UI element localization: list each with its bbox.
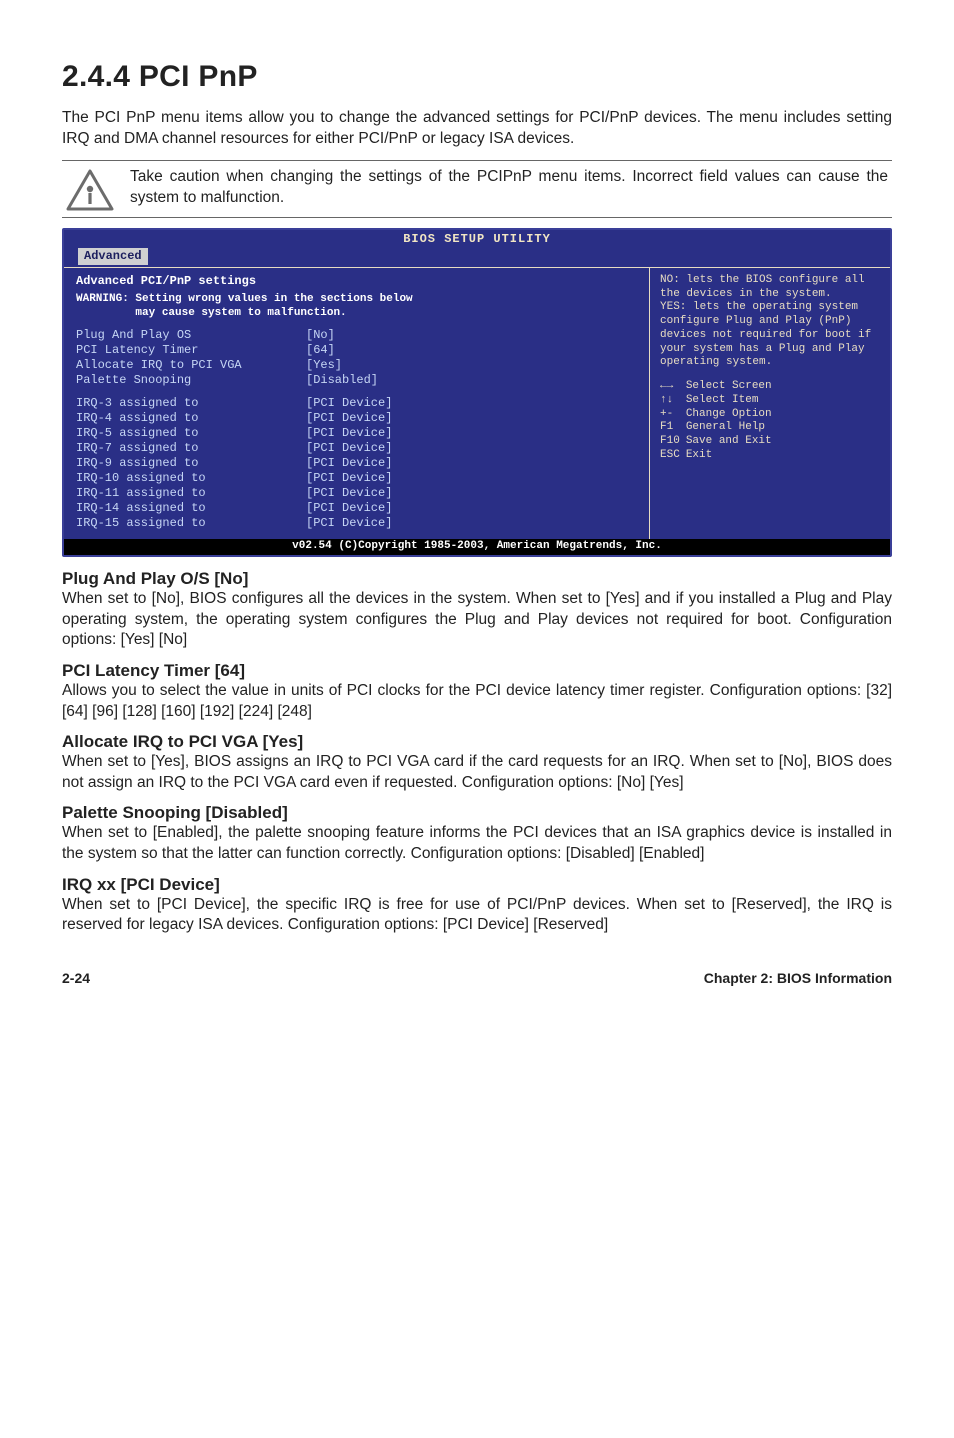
bios-key-row: ↑↓Select Item <box>660 394 778 408</box>
bios-row-key: Palette Snooping <box>76 373 306 388</box>
bios-key-row: F1General Help <box>660 421 778 435</box>
bios-row[interactable]: IRQ-7 assigned to[PCI Device] <box>76 441 639 456</box>
bios-row-val: [PCI Device] <box>306 501 392 516</box>
subsection-heading: Allocate IRQ to PCI VGA [Yes] <box>62 732 892 752</box>
bios-key-label: General Help <box>686 421 778 435</box>
page-footer: 2-24 Chapter 2: BIOS Information <box>62 970 892 986</box>
bios-row-key: Allocate IRQ to PCI VGA <box>76 358 306 373</box>
subsection-body: When set to [No], BIOS configures all th… <box>62 589 892 651</box>
bios-key-row: ←→Select Screen <box>660 380 778 394</box>
bios-row[interactable]: IRQ-3 assigned to[PCI Device] <box>76 396 639 411</box>
bios-row-key: IRQ-5 assigned to <box>76 426 306 441</box>
bios-row-key: IRQ-14 assigned to <box>76 501 306 516</box>
bios-key-label: Exit <box>686 449 778 463</box>
bios-row-key: IRQ-15 assigned to <box>76 516 306 531</box>
bios-key-label: Change Option <box>686 408 778 422</box>
intro-paragraph: The PCI PnP menu items allow you to chan… <box>62 108 892 150</box>
bios-row[interactable]: IRQ-10 assigned to[PCI Device] <box>76 471 639 486</box>
bios-row[interactable]: Allocate IRQ to PCI VGA[Yes] <box>76 358 639 373</box>
bios-row-val: [PCI Device] <box>306 411 392 426</box>
bios-row-val: [PCI Device] <box>306 396 392 411</box>
caution-icon <box>62 167 118 211</box>
bios-key: ↑↓ <box>660 394 686 408</box>
bios-row-key: IRQ-4 assigned to <box>76 411 306 426</box>
bios-row-val: [PCI Device] <box>306 486 392 501</box>
bios-key-label: Save and Exit <box>686 435 778 449</box>
bios-panel-title: Advanced PCI/PnP settings <box>76 274 639 289</box>
subsection-heading: Plug And Play O/S [No] <box>62 569 892 589</box>
bios-row[interactable]: IRQ-11 assigned to[PCI Device] <box>76 486 639 501</box>
bios-left-panel: Advanced PCI/PnP settings WARNING: Setti… <box>64 268 650 540</box>
bios-footer: v02.54 (C)Copyright 1985-2003, American … <box>64 539 890 555</box>
bios-window: BIOS SETUP UTILITY Advanced Advanced PCI… <box>62 228 892 557</box>
bios-row-key: Plug And Play OS <box>76 328 306 343</box>
page-number: 2-24 <box>62 970 90 986</box>
bios-key-label: Select Item <box>686 394 778 408</box>
bios-key-row: ESCExit <box>660 449 778 463</box>
bios-row-key: PCI Latency Timer <box>76 343 306 358</box>
bios-row-val: [PCI Device] <box>306 516 392 531</box>
bios-row-val: [Yes] <box>306 358 342 373</box>
bios-row-val: [PCI Device] <box>306 471 392 486</box>
bios-key-row: F10Save and Exit <box>660 435 778 449</box>
bios-rows-top: Plug And Play OS[No] PCI Latency Timer[6… <box>76 328 639 388</box>
bios-row[interactable]: IRQ-5 assigned to[PCI Device] <box>76 426 639 441</box>
subsection-body: When set to [Yes], BIOS assigns an IRQ t… <box>62 752 892 793</box>
bios-row-val: [PCI Device] <box>306 456 392 471</box>
bios-row-key: IRQ-3 assigned to <box>76 396 306 411</box>
bios-row-val: [PCI Device] <box>306 441 392 456</box>
bios-row[interactable]: Plug And Play OS[No] <box>76 328 639 343</box>
bios-key: +- <box>660 408 686 422</box>
bios-key-row: +-Change Option <box>660 408 778 422</box>
bios-key: F10 <box>660 435 686 449</box>
bios-row[interactable]: IRQ-14 assigned to[PCI Device] <box>76 501 639 516</box>
chapter-label: Chapter 2: BIOS Information <box>704 970 892 986</box>
bios-row[interactable]: IRQ-4 assigned to[PCI Device] <box>76 411 639 426</box>
subsection-body: Allows you to select the value in units … <box>62 681 892 722</box>
bios-tab-advanced[interactable]: Advanced <box>78 248 148 265</box>
subsection-heading: PCI Latency Timer [64] <box>62 661 892 681</box>
bios-row-key: IRQ-10 assigned to <box>76 471 306 486</box>
bios-key-label: Select Screen <box>686 380 778 394</box>
bios-row-val: [No] <box>306 328 335 343</box>
subsection-body: When set to [Enabled], the palette snoop… <box>62 823 892 864</box>
bios-row-val: [PCI Device] <box>306 426 392 441</box>
subsection-heading: Palette Snooping [Disabled] <box>62 803 892 823</box>
bios-row-val: [Disabled] <box>306 373 378 388</box>
bios-help-text: NO: lets the BIOS configure all the devi… <box>660 274 880 370</box>
bios-key: ESC <box>660 449 686 463</box>
bios-key: ←→ <box>660 380 686 394</box>
subsection-body: When set to [PCI Device], the specific I… <box>62 895 892 936</box>
bios-row[interactable]: IRQ-15 assigned to[PCI Device] <box>76 516 639 531</box>
caution-callout: Take caution when changing the settings … <box>62 160 892 218</box>
bios-row[interactable]: PCI Latency Timer[64] <box>76 343 639 358</box>
section-title: 2.4.4 PCI PnP <box>62 60 892 94</box>
bios-row-key: IRQ-9 assigned to <box>76 456 306 471</box>
bios-right-panel: NO: lets the BIOS configure all the devi… <box>650 268 890 540</box>
bios-row-key: IRQ-11 assigned to <box>76 486 306 501</box>
bios-warning: WARNING: Setting wrong values in the sec… <box>76 293 639 321</box>
bios-row-val: [64] <box>306 343 335 358</box>
bios-row-key: IRQ-7 assigned to <box>76 441 306 456</box>
bios-rows-irq: IRQ-3 assigned to[PCI Device] IRQ-4 assi… <box>76 396 639 531</box>
bios-key: F1 <box>660 421 686 435</box>
bios-row[interactable]: Palette Snooping[Disabled] <box>76 373 639 388</box>
bios-window-title: BIOS SETUP UTILITY <box>64 232 890 247</box>
bios-key-help: ←→Select Screen ↑↓Select Item +-Change O… <box>660 380 778 463</box>
bios-row[interactable]: IRQ-9 assigned to[PCI Device] <box>76 456 639 471</box>
caution-text: Take caution when changing the settings … <box>130 167 888 209</box>
subsection-heading: IRQ xx [PCI Device] <box>62 875 892 895</box>
